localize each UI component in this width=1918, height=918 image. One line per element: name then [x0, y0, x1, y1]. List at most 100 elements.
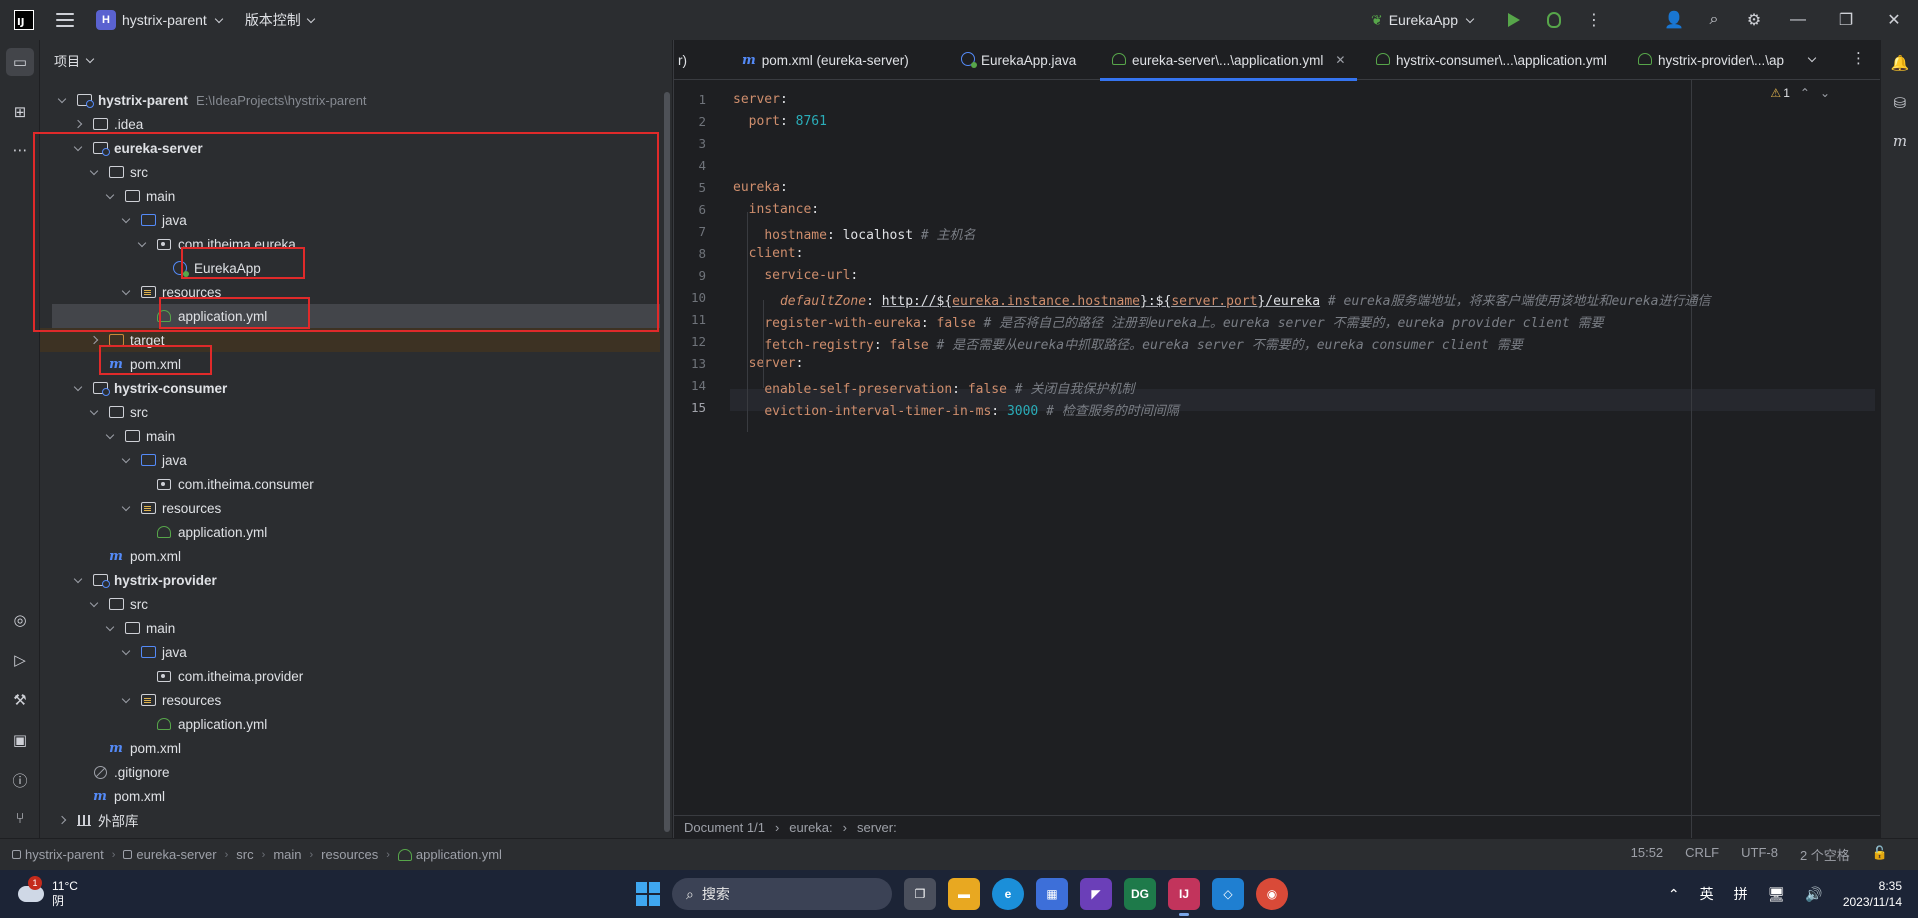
- run-tool-button[interactable]: ▷: [6, 646, 34, 674]
- main-menu-icon[interactable]: [56, 13, 74, 27]
- chevron-down-icon[interactable]: [120, 694, 132, 705]
- chevron-down-icon[interactable]: [72, 574, 84, 585]
- datagrip-button[interactable]: DG: [1124, 878, 1156, 910]
- chevron-down-icon[interactable]: [56, 94, 68, 105]
- indent-setting[interactable]: 2 个空格: [1800, 845, 1850, 864]
- maven-button[interactable]: m: [1887, 128, 1913, 154]
- more-tools-button[interactable]: ⋯: [6, 136, 34, 164]
- chevron-down-icon[interactable]: [104, 430, 116, 441]
- chevron-down-icon[interactable]: [104, 622, 116, 633]
- file-explorer-button[interactable]: ▬: [948, 878, 980, 910]
- tree-item[interactable]: m pom.xml: [40, 736, 660, 760]
- tree-item[interactable]: java: [40, 208, 660, 232]
- clock[interactable]: 8:35 2023/11/14: [1843, 878, 1902, 910]
- editor-tab[interactable]: hystrix-consumer\...\application.yml: [1364, 40, 1619, 80]
- tree-item[interactable]: hystrix-provider: [40, 568, 660, 592]
- chevron-down-icon[interactable]: [88, 166, 100, 177]
- tree-item[interactable]: m pom.xml: [40, 544, 660, 568]
- editor-tab[interactable]: eureka-server\...\application.yml ✕: [1100, 40, 1358, 81]
- vcs-menu[interactable]: 版本控制: [245, 10, 317, 30]
- status-breadcrumb-item[interactable]: resources: [321, 847, 378, 862]
- structure-tool-button[interactable]: ⊞: [6, 98, 34, 126]
- chevron-down-icon[interactable]: [104, 190, 116, 201]
- chevron-down-icon[interactable]: [120, 646, 132, 657]
- chevron-right-icon[interactable]: [72, 119, 84, 129]
- tree-item[interactable]: resources: [40, 280, 660, 304]
- ime-mode[interactable]: 拼: [1734, 884, 1748, 904]
- visual-studio-button[interactable]: ◤: [1080, 878, 1112, 910]
- search-everywhere-button[interactable]: ⌕: [1694, 0, 1734, 40]
- chevron-right-icon[interactable]: [56, 815, 68, 825]
- tree-item[interactable]: java: [40, 640, 660, 664]
- minimize-button[interactable]: —: [1774, 0, 1822, 40]
- tree-item[interactable]: EurekaApp: [40, 256, 660, 280]
- tree-item[interactable]: m pom.xml: [40, 784, 660, 808]
- status-breadcrumb-item[interactable]: eureka-server: [123, 847, 217, 862]
- status-breadcrumb-item[interactable]: hystrix-parent: [12, 847, 104, 862]
- vscode-button[interactable]: ◇: [1212, 878, 1244, 910]
- code-with-me-button[interactable]: 👤: [1654, 0, 1694, 40]
- chevron-down-icon[interactable]: ⌄: [1820, 86, 1830, 100]
- close-window-button[interactable]: ✕: [1870, 0, 1918, 40]
- start-button[interactable]: [636, 882, 660, 906]
- tree-item[interactable]: resources: [40, 688, 660, 712]
- weather-widget[interactable]: 1 11°C 阴: [0, 876, 78, 909]
- chevron-down-icon[interactable]: [72, 142, 84, 153]
- tree-item[interactable]: java: [40, 448, 660, 472]
- tree-item[interactable]: hystrix-parent E:\IdeaProjects\hystrix-pa…: [40, 88, 660, 112]
- edge-button[interactable]: e: [992, 878, 1024, 910]
- tree-item[interactable]: hystrix-consumer: [40, 376, 660, 400]
- editor-tab[interactable]: m pom.xml (eureka-server): [730, 40, 921, 80]
- build-tool-button[interactable]: ⚒: [6, 686, 34, 714]
- chevron-down-icon[interactable]: [88, 406, 100, 417]
- close-tab-icon[interactable]: ✕: [1335, 53, 1345, 67]
- project-tool-button[interactable]: ▭: [6, 48, 34, 76]
- tab-options-button[interactable]: ⋮: [1851, 49, 1866, 67]
- debug-button[interactable]: [1534, 0, 1574, 40]
- tree-item[interactable]: main: [40, 616, 660, 640]
- tree-item[interactable]: com.itheima.provider: [40, 664, 660, 688]
- tree-item[interactable]: application.yml: [40, 520, 660, 544]
- tree-item[interactable]: main: [40, 424, 660, 448]
- line-separator[interactable]: CRLF: [1685, 845, 1719, 864]
- tree-item[interactable]: target: [40, 328, 660, 352]
- tree-item[interactable]: src: [40, 400, 660, 424]
- status-breadcrumb-item[interactable]: application.yml: [397, 847, 502, 862]
- tree-item[interactable]: application.yml: [40, 712, 660, 736]
- project-switcher[interactable]: H hystrix-parent: [96, 10, 225, 30]
- tree-item[interactable]: com.itheima.eureka: [40, 232, 660, 256]
- lock-icon[interactable]: 🔓: [1872, 845, 1888, 864]
- problems-tool-button[interactable]: ⓘ: [6, 766, 34, 794]
- editor-tab[interactable]: EurekaApp.java: [949, 40, 1088, 80]
- git-tool-button[interactable]: ⑂: [6, 804, 34, 832]
- run-config-selector[interactable]: ❦ EurekaApp: [1371, 12, 1476, 29]
- project-panel-header[interactable]: 项目: [40, 40, 672, 80]
- chevron-down-icon[interactable]: [120, 454, 132, 465]
- taskbar-search[interactable]: ⌕ 搜索: [672, 878, 892, 910]
- chrome-button[interactable]: ◉: [1256, 878, 1288, 910]
- tab-list-chevron[interactable]: [1806, 52, 1818, 67]
- intellij-button[interactable]: IJ: [1168, 878, 1200, 916]
- tree-item[interactable]: .gitignore: [40, 760, 660, 784]
- tree-item[interactable]: eureka-server: [40, 136, 660, 160]
- editor-breadcrumb-item[interactable]: server:: [857, 820, 897, 835]
- volume-icon[interactable]: 🔊: [1805, 886, 1822, 903]
- network-icon[interactable]: 🖥: [1768, 886, 1786, 903]
- ime-language[interactable]: 英: [1700, 884, 1714, 904]
- more-actions-button[interactable]: ⋮: [1574, 0, 1614, 40]
- chevron-down-icon[interactable]: [72, 382, 84, 393]
- chevron-down-icon[interactable]: [120, 286, 132, 297]
- tree-item[interactable]: resources: [40, 496, 660, 520]
- tree-item[interactable]: m pom.xml: [40, 352, 660, 376]
- chevron-down-icon[interactable]: [120, 502, 132, 513]
- editor-tab[interactable]: hystrix-provider\...\ap: [1626, 40, 1796, 80]
- chevron-down-icon[interactable]: [136, 238, 148, 249]
- task-view-button[interactable]: ❐: [904, 878, 936, 910]
- editor-breadcrumb-item[interactable]: Document 1/1: [684, 820, 765, 835]
- tree-item[interactable]: src: [40, 160, 660, 184]
- settings-button[interactable]: ⚙: [1734, 0, 1774, 40]
- editor-tab[interactable]: r): [674, 40, 699, 80]
- chevron-up-icon[interactable]: ⌃: [1800, 86, 1810, 100]
- notifications-button[interactable]: 🔔: [1887, 50, 1913, 76]
- database-button[interactable]: ⛁: [1887, 90, 1913, 116]
